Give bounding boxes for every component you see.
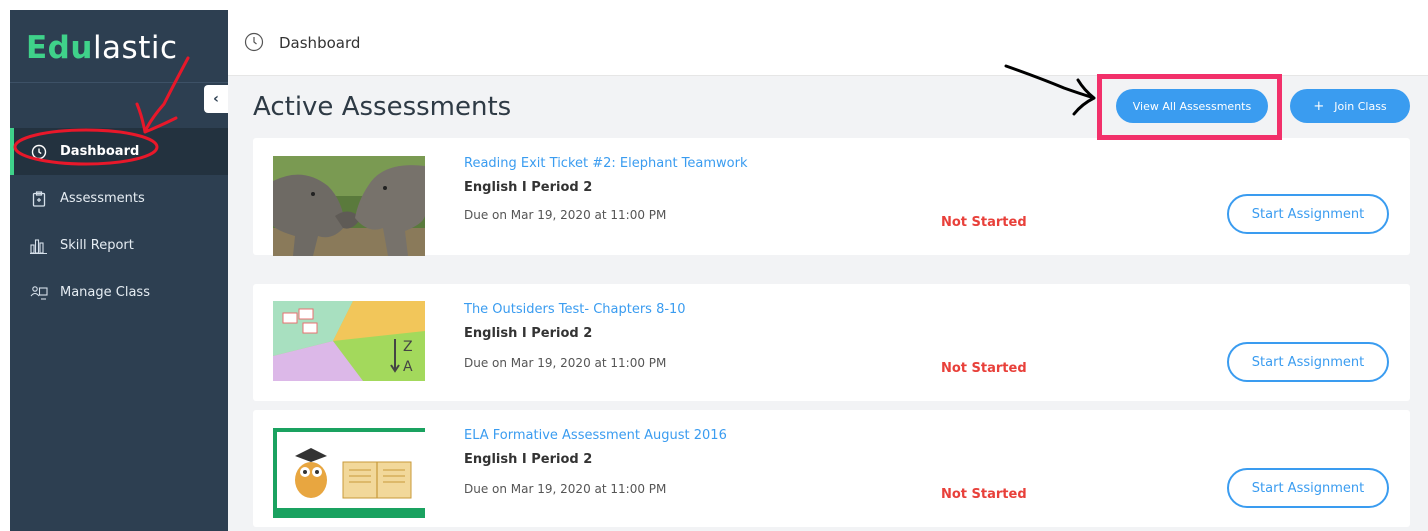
sort-za-thumbnail: Z A [273, 301, 425, 381]
clock-icon [30, 143, 48, 161]
status-badge: Not Started [941, 361, 1027, 376]
assignment-card: ELA Formative Assessment August 2016 Eng… [253, 410, 1410, 527]
assignment-card: Reading Exit Ticket #2: Elephant Teamwor… [253, 138, 1410, 256]
assignment-due-date: Due on Mar 19, 2020 at 11:00 PM [464, 482, 667, 496]
clipboard-icon [30, 190, 48, 208]
sidebar-nav: Dashboard Assessments Skill Report Manag… [10, 128, 228, 316]
assignment-due-date: Due on Mar 19, 2020 at 11:00 PM [464, 208, 667, 222]
highlight-box-annotation [1097, 74, 1282, 140]
sidebar-item-label: Skill Report [60, 238, 134, 253]
app-window: Edulastic ‹ Dashboard Assessments Skill [0, 0, 1428, 531]
sidebar-item-assessments[interactable]: Assessments [10, 175, 228, 222]
clock-icon [244, 32, 264, 52]
elephant-photo-thumbnail [273, 156, 425, 256]
top-header: Dashboard [228, 10, 1428, 76]
assignment-card: Z A The Outsiders Test- Chapters 8-10 En… [253, 284, 1410, 401]
assignment-due-date: Due on Mar 19, 2020 at 11:00 PM [464, 356, 667, 370]
class-icon [30, 284, 48, 302]
start-assignment-button[interactable]: Start Assignment [1227, 342, 1389, 382]
join-class-label: Join Class [1334, 99, 1387, 113]
status-badge: Not Started [941, 487, 1027, 502]
assignment-title-link[interactable]: ELA Formative Assessment August 2016 [464, 428, 727, 443]
plus-icon: + [1313, 98, 1325, 114]
sidebar: Edulastic ‹ Dashboard Assessments Skill [10, 10, 228, 531]
logo-divider [10, 82, 228, 83]
status-badge: Not Started [941, 215, 1027, 230]
sidebar-collapse-button[interactable]: ‹ [204, 85, 228, 113]
bar-chart-icon [30, 237, 48, 255]
svg-text:Z: Z [403, 339, 413, 355]
sidebar-item-dashboard[interactable]: Dashboard [10, 128, 228, 175]
svg-text:A: A [403, 359, 413, 375]
assignment-class: English I Period 2 [464, 452, 593, 467]
sidebar-item-label: Dashboard [60, 144, 140, 159]
sidebar-item-skill-report[interactable]: Skill Report [10, 222, 228, 269]
main-content: Active Assessments View All Assessments … [228, 76, 1428, 531]
sidebar-item-label: Assessments [60, 191, 145, 206]
app-logo[interactable]: Edulastic [26, 30, 178, 66]
join-class-button[interactable]: + Join Class [1290, 89, 1410, 123]
owl-book-thumbnail [273, 428, 425, 518]
sidebar-item-label: Manage Class [60, 285, 150, 300]
start-assignment-button[interactable]: Start Assignment [1227, 468, 1389, 508]
assignment-title-link[interactable]: The Outsiders Test- Chapters 8-10 [464, 302, 686, 317]
page-breadcrumb: Dashboard [279, 34, 361, 52]
assignment-class: English I Period 2 [464, 180, 593, 195]
assignment-class: English I Period 2 [464, 326, 593, 341]
page-title: Active Assessments [253, 92, 512, 122]
assignment-title-link[interactable]: Reading Exit Ticket #2: Elephant Teamwor… [464, 156, 748, 171]
sidebar-item-manage-class[interactable]: Manage Class [10, 269, 228, 316]
start-assignment-button[interactable]: Start Assignment [1227, 194, 1389, 234]
